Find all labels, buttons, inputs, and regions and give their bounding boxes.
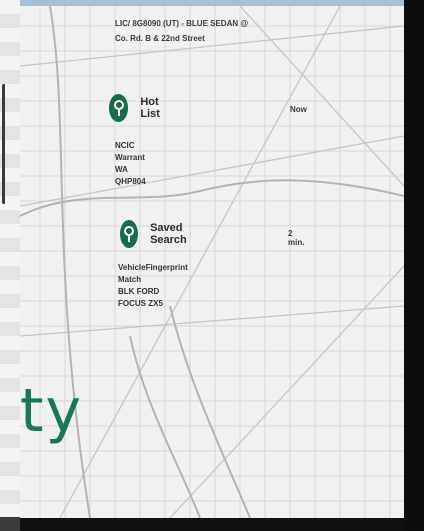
right-edge-frame xyxy=(404,0,424,531)
alert-time: Now xyxy=(290,105,307,114)
alert-detail-line-2: BLK FORD FOCUS ZX5 xyxy=(118,287,163,308)
brand-wordmark-fragment: ty xyxy=(20,376,84,446)
map-screen: LIC/ 8G8090 (UT) - BLUE SEDAN @ Co. Rd. … xyxy=(20,6,404,518)
alert-detail-line-1: VehicleFingerprint Match xyxy=(118,263,188,284)
plate-line-2: Co. Rd. B & 22nd Street xyxy=(115,34,205,43)
plate-notification[interactable]: LIC/ 8G8090 (UT) - BLUE SEDAN @ Co. Rd. … xyxy=(115,16,395,46)
alert-header: Hot List xyxy=(109,94,169,122)
alert-header: Saved Search xyxy=(120,220,197,248)
alert-time: 2 min. xyxy=(288,229,305,247)
alert-detail-line-1: NCIC Warrant xyxy=(115,141,145,162)
map-pin-icon xyxy=(109,94,129,122)
alert-detail-line-2: WA QHP804 xyxy=(115,165,146,186)
alert-detail: VehicleFingerprint Match BLK FORD FOCUS … xyxy=(118,262,188,310)
plate-line-1: LIC/ 8G8090 (UT) - BLUE SEDAN @ xyxy=(115,19,249,28)
alert-title: Hot List xyxy=(140,96,160,120)
bottom-edge-frame xyxy=(20,518,404,531)
frame-bottom-bar xyxy=(0,517,20,531)
alert-detail: NCIC Warrant WA QHP804 xyxy=(115,140,146,188)
map-pin-icon xyxy=(120,220,139,248)
left-edge-frame xyxy=(0,0,20,531)
alert-title: Saved Search xyxy=(150,222,187,246)
frame-bracket xyxy=(2,84,11,204)
